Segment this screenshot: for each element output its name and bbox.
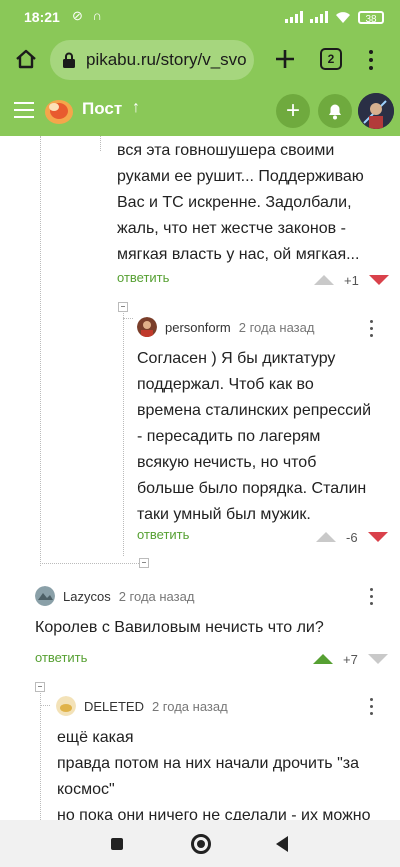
- lock-icon: [63, 52, 75, 68]
- comment-date: 2 года назад: [151, 698, 228, 714]
- comment-date: 2 года назад: [118, 588, 195, 604]
- comment-header: Lazycos 2 года назад: [35, 586, 194, 606]
- thread-line: [40, 705, 50, 706]
- collapse-thread-button[interactable]: [139, 558, 149, 568]
- home-icon[interactable]: [13, 46, 39, 72]
- comment-body: Согласен ) Я бы диктатуру поддержал. Что…: [137, 350, 372, 523]
- author-name[interactable]: Lazycos: [63, 589, 111, 604]
- vote-controls: +1: [314, 271, 389, 289]
- thread-line: [40, 136, 41, 566]
- notifications-button[interactable]: [318, 94, 352, 128]
- scroll-up-arrow-icon[interactable]: ↑: [132, 99, 140, 117]
- browser-menu-icon[interactable]: [364, 48, 378, 72]
- hamburger-menu-icon[interactable]: [14, 102, 34, 118]
- author-name[interactable]: DELETED: [84, 699, 144, 714]
- rating-value: -6: [346, 529, 358, 545]
- reply-link[interactable]: ответить: [117, 270, 169, 285]
- author-avatar[interactable]: [35, 586, 55, 606]
- comment-header: personform 2 года назад: [137, 317, 314, 337]
- author-name[interactable]: personform: [165, 320, 231, 335]
- url-text: pikabu.ru/story/v_svoy: [86, 50, 246, 69]
- more-options-icon[interactable]: [370, 588, 374, 606]
- collapse-thread-button[interactable]: [118, 302, 128, 312]
- author-avatar[interactable]: [137, 317, 157, 337]
- pikabu-logo-icon[interactable]: [44, 96, 74, 126]
- reply-link[interactable]: ответить: [35, 650, 87, 665]
- recent-apps-icon[interactable]: [111, 838, 123, 850]
- thread-line: [40, 688, 41, 820]
- more-options-icon[interactable]: [370, 698, 374, 716]
- rating-value: +7: [343, 651, 358, 667]
- comment-body: ещё какая правда потом на них начали дро…: [57, 729, 371, 820]
- new-tab-icon[interactable]: [272, 46, 298, 72]
- upvote-icon[interactable]: [316, 532, 336, 542]
- status-bar: 18:21 ⊘ ∩ 38: [0, 0, 400, 34]
- site-header: Пост ↑ +: [0, 86, 400, 136]
- tab-switcher-button[interactable]: 2: [320, 48, 342, 70]
- url-bar[interactable]: pikabu.ru/story/v_svoy: [50, 40, 254, 80]
- cellular-signal-icon-2: [310, 11, 328, 23]
- cellular-signal-icon: [285, 11, 303, 23]
- comment-date: 2 года назад: [238, 319, 315, 335]
- comment-body: Королев с Вавиловым нечисть что ли?: [35, 619, 324, 636]
- status-time: 18:21: [24, 9, 60, 25]
- more-options-icon[interactable]: [370, 320, 374, 338]
- downvote-icon[interactable]: [368, 275, 389, 285]
- downvote-icon[interactable]: [367, 654, 388, 664]
- collapse-thread-button[interactable]: [35, 682, 45, 692]
- wifi-icon: [336, 11, 350, 23]
- back-triangle-icon[interactable]: [276, 836, 288, 852]
- reply-link[interactable]: ответить: [137, 527, 189, 542]
- status-right-icons: 38: [285, 8, 384, 26]
- thread-line: [100, 136, 101, 151]
- user-avatar[interactable]: [358, 93, 394, 129]
- status-notification-icons: ⊘ ∩: [72, 8, 105, 23]
- browser-toolbar: pikabu.ru/story/v_svoy 2: [0, 34, 400, 86]
- home-circle-icon[interactable]: [191, 834, 211, 854]
- bell-icon: [329, 104, 341, 120]
- battery-icon: 38: [358, 10, 384, 25]
- rating-value: +1: [344, 272, 359, 288]
- thread-line: [123, 308, 124, 556]
- author-avatar[interactable]: [56, 696, 76, 716]
- upvote-icon[interactable]: [313, 654, 333, 664]
- thread-line: [40, 563, 143, 564]
- vote-controls: -6: [316, 528, 388, 546]
- comment-header: DELETED 2 года назад: [56, 696, 228, 716]
- vote-controls: +7: [313, 650, 388, 668]
- thread-line: [123, 318, 133, 319]
- comment-body: вся эта говношушера своими руками ее руш…: [117, 142, 364, 263]
- add-post-button[interactable]: +: [276, 94, 310, 128]
- upvote-icon[interactable]: [314, 275, 334, 285]
- comments-thread: вся эта говношушера своими руками ее руш…: [0, 136, 400, 820]
- system-navigation-bar: [0, 820, 400, 867]
- downvote-icon[interactable]: [367, 532, 388, 542]
- page-title[interactable]: Пост: [82, 99, 122, 119]
